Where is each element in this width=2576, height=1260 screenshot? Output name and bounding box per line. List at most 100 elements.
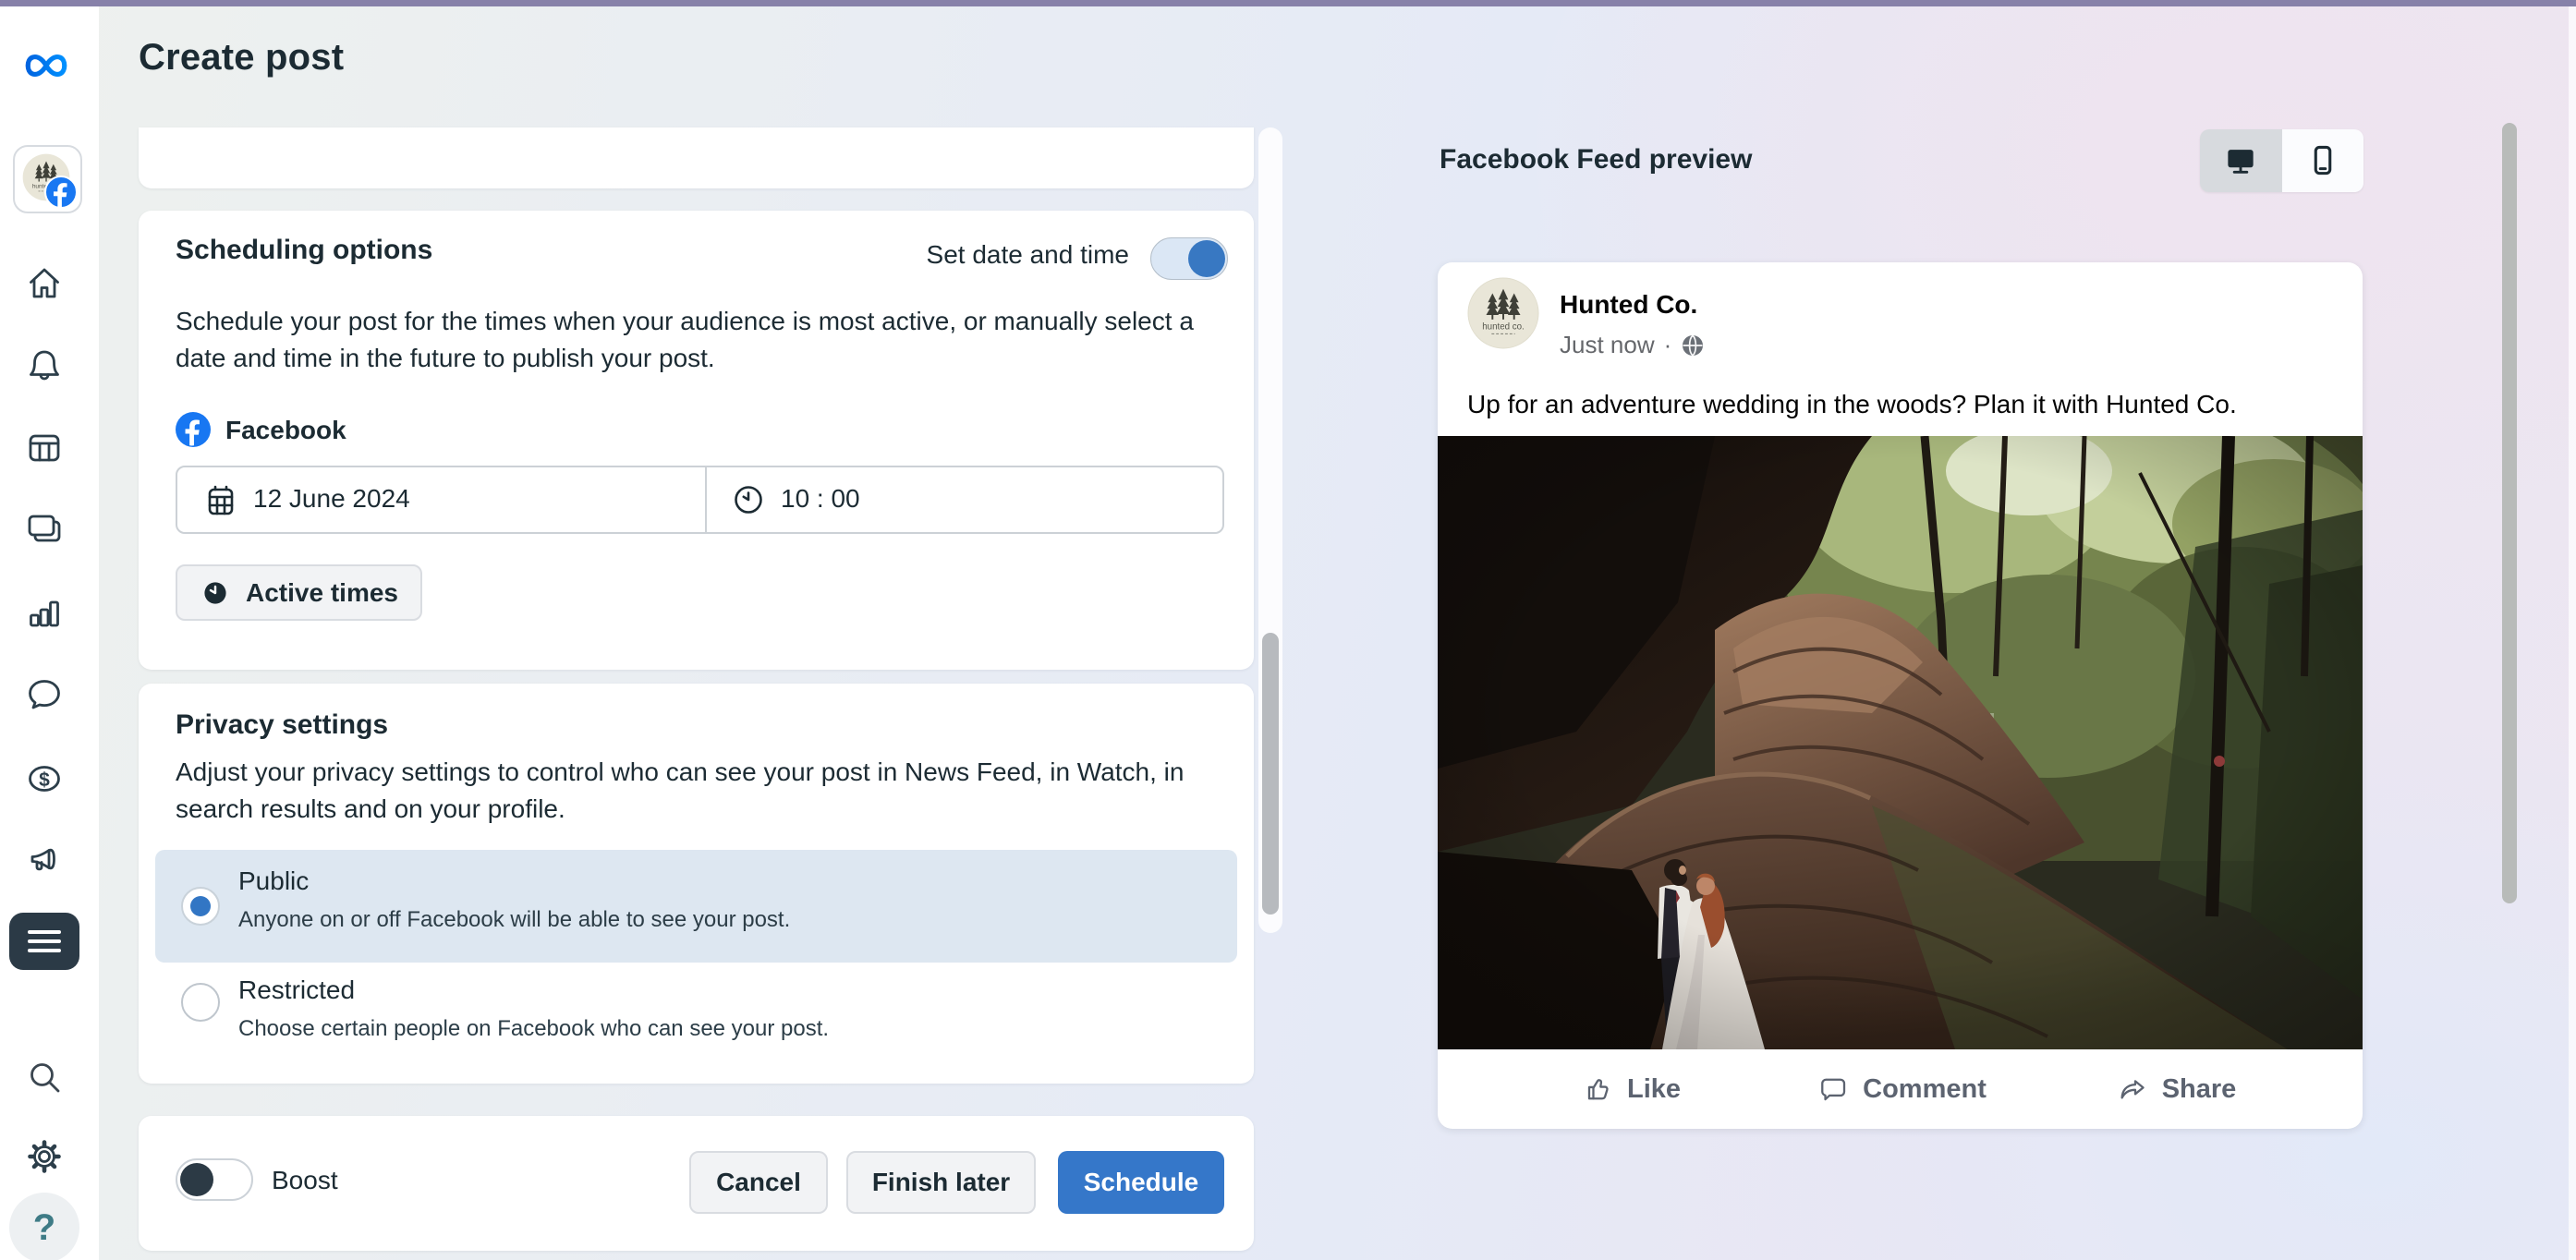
page-scrollbar-track — [2569, 6, 2576, 1260]
sidebar-item-planner[interactable] — [24, 427, 65, 467]
post-author-avatar: hunted co. — [1467, 277, 1539, 349]
comment-icon — [1817, 1072, 1850, 1106]
like-button[interactable]: Like — [1581, 1049, 1681, 1129]
comment-button[interactable]: Comment — [1817, 1049, 1987, 1129]
active-times-button[interactable]: Active times — [176, 564, 422, 621]
facebook-badge-icon — [44, 176, 78, 209]
channel-label: Facebook — [225, 416, 346, 445]
inbox-icon — [24, 673, 65, 714]
device-preview-toggle — [2200, 129, 2363, 192]
meta-business-suite-window: hunted co. — [0, 0, 2576, 1260]
finish-later-label: Finish later — [872, 1168, 1010, 1197]
meta-separator: · — [1664, 331, 1672, 359]
avatar-text: hunted co. — [1482, 322, 1525, 333]
privacy-description: Adjust your privacy settings to control … — [176, 754, 1238, 828]
sidebar-item-inbox[interactable] — [24, 673, 65, 714]
planner-icon — [24, 427, 65, 467]
privacy-title: Privacy settings — [176, 709, 388, 741]
page-scrollbar-thumb[interactable] — [2502, 123, 2517, 903]
sidebar-item-search[interactable] — [24, 1058, 65, 1098]
sidebar-business-avatar[interactable]: hunted co. — [13, 145, 82, 213]
sidebar-item-meta-home[interactable] — [22, 45, 70, 86]
date-time-row: 12 June 2024 10 : 00 — [176, 466, 1224, 534]
share-label: Share — [2162, 1074, 2237, 1105]
like-icon — [1581, 1072, 1614, 1106]
preview-title: Facebook Feed preview — [1440, 144, 1752, 176]
calendar-icon — [203, 482, 238, 517]
sidebar-item-monetization[interactable]: $ — [24, 758, 65, 799]
post-meta-row: Just now · — [1560, 331, 1705, 359]
active-times-label: Active times — [246, 578, 398, 608]
help-icon: ? — [33, 1207, 55, 1249]
privacy-option-public[interactable]: Public Anyone on or off Facebook will be… — [155, 850, 1237, 963]
browser-top-strip — [0, 0, 2576, 6]
date-field[interactable]: 12 June 2024 — [177, 467, 705, 532]
privacy-settings-card: Privacy settings Adjust your privacy set… — [139, 684, 1254, 1084]
facebook-post-preview-card: hunted co. Hunted Co. Just now · Up for … — [1438, 262, 2363, 1129]
like-label: Like — [1627, 1074, 1681, 1105]
option-description: Anyone on or off Facebook will be able t… — [238, 907, 790, 933]
svg-text:$: $ — [39, 769, 50, 791]
scrolled-card-partial — [139, 127, 1254, 188]
set-date-time-toggle[interactable] — [1150, 237, 1228, 280]
privacy-option-restricted[interactable]: Restricted Choose certain people on Face… — [155, 968, 1237, 1068]
option-description: Choose certain people on Facebook who ca… — [238, 1016, 829, 1042]
boost-label: Boost — [272, 1166, 338, 1195]
radio-public-selected[interactable] — [181, 887, 220, 926]
cancel-label: Cancel — [716, 1168, 801, 1197]
sidebar-item-notifications[interactable] — [24, 345, 65, 386]
time-value: 10 : 00 — [781, 484, 860, 514]
posts-icon — [24, 508, 65, 549]
facebook-icon — [176, 412, 211, 447]
gear-icon — [24, 1136, 65, 1177]
toggle-knob — [180, 1163, 213, 1196]
post-text: Up for an adventure wedding in the woods… — [1467, 390, 2237, 419]
scheduling-title: Scheduling options — [176, 235, 432, 266]
sidebar-item-insights[interactable] — [24, 592, 65, 633]
time-field[interactable]: 10 : 00 — [707, 467, 1222, 532]
sidebar-item-help[interactable]: ? — [9, 1193, 79, 1260]
finish-later-button[interactable]: Finish later — [846, 1151, 1036, 1214]
cancel-button[interactable]: Cancel — [689, 1151, 828, 1214]
desktop-icon — [2222, 142, 2259, 179]
forest-wedding-photo — [1438, 436, 2363, 1049]
radio-restricted-unselected[interactable] — [181, 983, 220, 1022]
post-image — [1438, 436, 2363, 1049]
option-label: Restricted — [238, 975, 355, 1005]
sidebar: hunted co. — [0, 6, 99, 1260]
comment-label: Comment — [1863, 1074, 1987, 1105]
mobile-icon — [2304, 142, 2341, 179]
sidebar-item-all-tools[interactable] — [9, 913, 79, 970]
sidebar-item-content[interactable] — [24, 508, 65, 549]
meta-logo-icon — [22, 46, 70, 85]
search-icon — [24, 1058, 65, 1098]
post-author-name[interactable]: Hunted Co. — [1560, 290, 1697, 320]
clock-filled-icon — [200, 577, 231, 609]
menu-icon — [9, 913, 79, 970]
mobile-preview-button[interactable] — [2282, 129, 2364, 192]
set-date-time-label: Set date and time — [927, 240, 1129, 270]
bell-icon — [24, 345, 65, 386]
schedule-label: Schedule — [1084, 1168, 1198, 1197]
schedule-button[interactable]: Schedule — [1058, 1151, 1224, 1214]
boost-toggle[interactable] — [176, 1158, 253, 1201]
toggle-knob — [1188, 240, 1225, 277]
share-button[interactable]: Share — [2116, 1049, 2237, 1129]
clock-icon — [731, 482, 766, 517]
share-icon — [2116, 1072, 2149, 1106]
post-action-bar: Like Comment Share — [1438, 1049, 2363, 1129]
monetization-icon: $ — [24, 758, 65, 799]
post-timestamp: Just now — [1560, 331, 1655, 359]
left-panel-scrollbar-thumb[interactable] — [1262, 633, 1279, 915]
sidebar-item-ads[interactable] — [24, 841, 65, 881]
sidebar-item-settings[interactable] — [24, 1136, 65, 1177]
ads-megaphone-icon — [24, 841, 65, 881]
scheduling-description: Schedule your post for the times when yo… — [176, 303, 1238, 377]
scheduling-options-card: Scheduling options Set date and time Sch… — [139, 211, 1254, 670]
page-title: Create post — [139, 37, 344, 79]
sidebar-item-home[interactable] — [24, 263, 65, 304]
footer-action-bar: Boost Cancel Finish later Schedule — [139, 1116, 1254, 1251]
home-icon — [24, 263, 65, 304]
date-value: 12 June 2024 — [253, 484, 410, 514]
desktop-preview-button[interactable] — [2200, 129, 2282, 192]
